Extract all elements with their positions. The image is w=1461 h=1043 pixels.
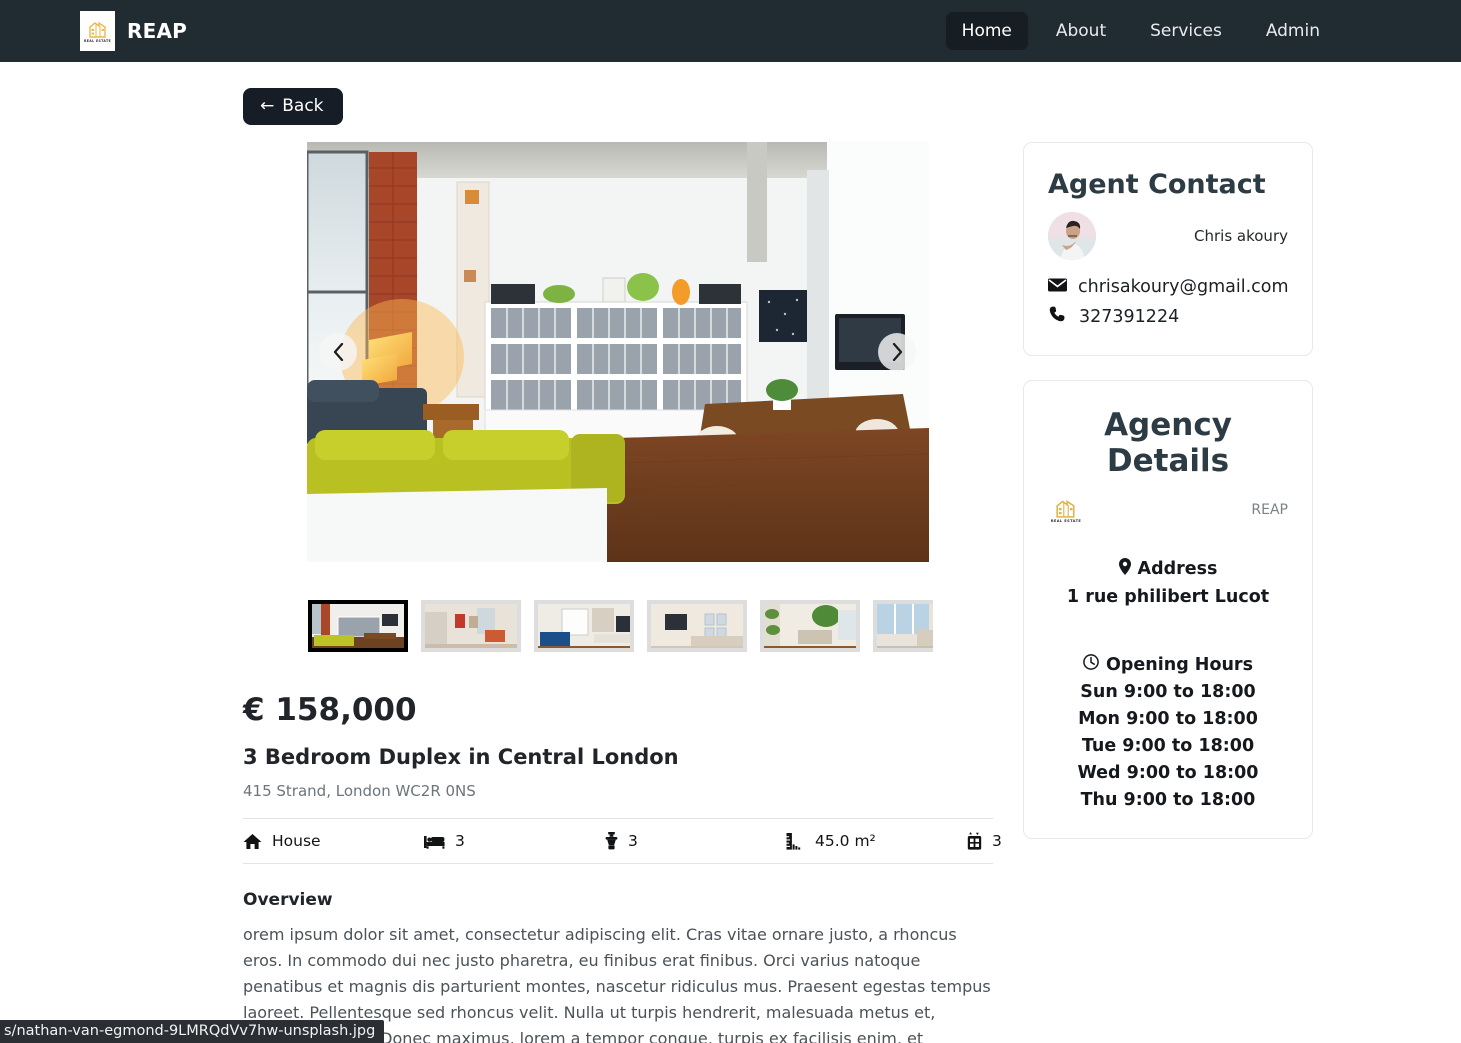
agency-logo-icon: REAL ESTATE [1048,495,1084,525]
feature-bathrooms-value: 3 [628,832,638,850]
feature-bedrooms-value: 3 [455,832,465,850]
phone-icon [1049,306,1065,327]
nav-link-admin[interactable]: Admin [1250,12,1336,50]
nav-links: Home About Services Admin [945,12,1336,50]
agency-hours-wed: Wed 9:00 to 18:00 [1077,763,1259,783]
feature-bathrooms: 3 [605,832,786,850]
agent-card-title: Agent Contact [1048,169,1266,200]
agency-address-label: Address [1137,559,1218,579]
agency-hours-thu: Thu 9:00 to 18:00 [1080,790,1256,810]
top-navbar: REAL ESTATE REAP Home About Services Adm… [0,0,1461,62]
property-address: 415 Strand, London WC2R 0NS [243,782,476,800]
overview-title: Overview [243,890,333,910]
thumbnail-2[interactable] [534,600,634,652]
elevator-icon [967,832,982,850]
agency-hours-label: Opening Hours [1106,654,1253,675]
agency-hours-tue: Tue 9:00 to 18:00 [1081,736,1255,756]
feature-type-value: House [272,832,321,850]
envelope-icon [1048,277,1067,297]
thumbnail-0[interactable] [308,600,408,652]
bed-icon [424,834,445,849]
brand-name: REAP [127,19,187,43]
thumbnail-1[interactable] [421,600,521,652]
agent-contact-card: Agent Contact Chris akoury chrisakoury@g… [1023,142,1313,356]
page-body: ← Back € 158,000 3 Bedroom Duplex in Cen… [0,62,1461,1043]
feature-type: House [243,832,424,850]
sidebar-column: Agent Contact Chris akoury chrisakoury@g… [1023,142,1313,839]
brand-logo-icon: REAL ESTATE [80,11,115,51]
main-column: € 158,000 3 Bedroom Duplex in Central Lo… [243,142,1002,1043]
agency-hours-mon: Mon 9:00 to 18:00 [1078,709,1258,729]
gallery-prev-button[interactable] [319,333,357,371]
agent-avatar [1048,212,1096,260]
link-status-bar: s/nathan-van-egmond-9LMRQdVv7hw-unsplash… [0,1020,385,1043]
agent-phone: 327391224 [1079,306,1180,327]
back-button[interactable]: ← Back [243,88,343,125]
feature-area-value: 45.0 m² [815,832,876,850]
property-price: € 158,000 [243,692,417,728]
agent-row: Chris akoury [1048,212,1288,260]
content-columns: € 158,000 3 Bedroom Duplex in Central Lo… [0,125,1461,1043]
feature-bedrooms: 3 [424,832,605,850]
feature-floors-value: 3 [992,832,1002,850]
clock-icon [1083,654,1099,675]
agency-hours-label-row: Opening Hours [1048,654,1288,675]
image-gallery [307,142,929,562]
agency-details-card: Agency Details REAL ESTATE REAP Address … [1023,380,1313,839]
agency-card-title: Agency Details [1104,407,1232,479]
property-title: 3 Bedroom Duplex in Central London [243,745,679,769]
nav-link-home[interactable]: Home [945,12,1028,50]
agency-logo-text: REAL ESTATE [1050,519,1082,523]
agent-phone-row[interactable]: 327391224 [1048,306,1288,327]
thumbnail-4[interactable] [760,600,860,652]
back-arrow-icon: ← [260,95,275,116]
property-features: House 3 3 45.0 m² 3 [243,818,1002,864]
nav-link-services[interactable]: Services [1134,12,1238,50]
thumbnail-5[interactable] [873,600,933,652]
agency-address-label-row: Address [1048,558,1288,580]
agency-logo-row: REAL ESTATE REAP [1048,495,1288,525]
agency-address-value: 1 rue philibert Lucot [1066,587,1270,607]
chevron-left-icon [333,343,343,361]
agent-email: chrisakoury@gmail.com [1078,277,1289,297]
gallery-next-button[interactable] [878,333,916,371]
brand-logo-text: REAL ESTATE [83,39,112,43]
nav-link-about[interactable]: About [1040,12,1122,50]
feature-area: 45.0 m² [786,832,967,850]
chevron-right-icon [892,343,902,361]
hero-photo[interactable] [307,142,929,562]
agency-hours-sun: Sun 9:00 to 18:00 [1080,682,1256,702]
house-icon [243,833,262,850]
agent-name: Chris akoury [1194,227,1288,245]
thumbnail-strip [243,600,933,652]
agent-email-row[interactable]: chrisakoury@gmail.com [1048,277,1289,297]
brand[interactable]: REAL ESTATE REAP [80,11,187,51]
toilet-icon [605,832,618,850]
map-pin-icon [1118,558,1131,580]
agency-name: REAP [1251,502,1288,518]
back-button-label: Back [282,96,324,116]
ruler-icon [786,832,805,850]
back-row: ← Back [0,62,1461,125]
thumbnail-3[interactable] [647,600,747,652]
